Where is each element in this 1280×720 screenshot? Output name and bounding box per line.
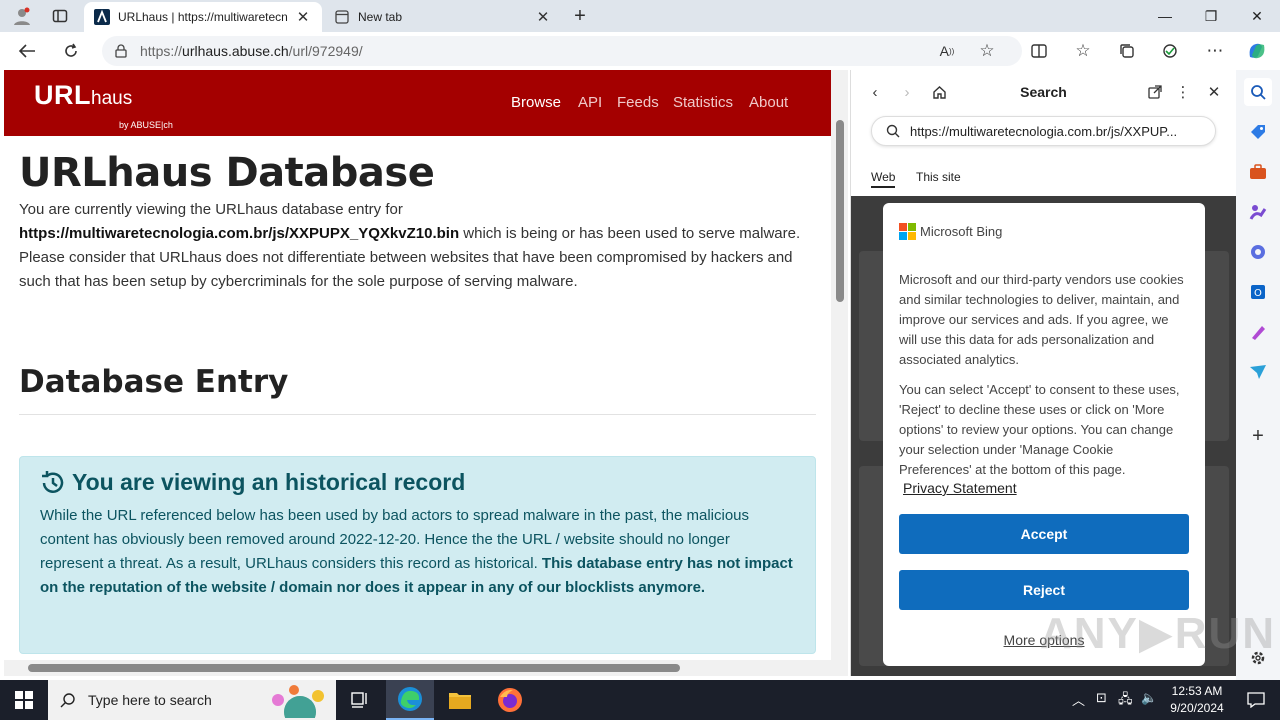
web-page: URLhaus by ABUSE|ch Browse API Feeds Sta… (4, 70, 848, 676)
refresh-button[interactable] (56, 37, 86, 65)
new-tab-button[interactable]: + (566, 4, 594, 28)
search-side-panel: ‹ › Search ⋮ ✕ https://multiwaretecnolog… (850, 70, 1236, 676)
new-tab-favicon-icon (334, 9, 350, 25)
open-in-tab-icon[interactable] (1141, 80, 1169, 104)
sidepanel-close-icon[interactable]: ✕ (1200, 80, 1228, 104)
page-title: URLhaus Database (19, 150, 435, 196)
tab-urlhaus[interactable]: URLhaus | https://multiwaretecn ✕ (84, 2, 322, 32)
search-icon (60, 693, 75, 708)
tab-title: URLhaus | https://multiwaretecn (118, 10, 288, 24)
outlook-icon[interactable]: O (1244, 278, 1272, 306)
tray-chevron-icon[interactable]: ︿ (1072, 690, 1085, 709)
anyrun-watermark: ANY▶RUN (1040, 609, 1277, 658)
more-menu-icon[interactable]: ⋯ (1200, 37, 1230, 65)
collections-icon[interactable] (1112, 37, 1142, 65)
consent-text: You can select 'Accept' to consent to th… (899, 382, 1180, 477)
scroll-thumb[interactable] (28, 664, 680, 672)
favorites-icon[interactable]: ☆ (1068, 37, 1098, 65)
restore-button[interactable]: ❐ (1188, 0, 1234, 32)
vertical-scrollbar[interactable] (831, 70, 848, 676)
malware-url: https://multiwaretecnologia.com.br/js/XX… (19, 225, 460, 242)
cookie-consent-dialog: Microsoft Bing Microsoft and our third-p… (883, 203, 1205, 666)
horizontal-scrollbar[interactable] (4, 660, 831, 676)
consent-text: Microsoft and our third-party vendors us… (899, 272, 1184, 367)
copilot-icon[interactable] (1242, 37, 1272, 65)
edge-sidebar: O + (1236, 70, 1280, 680)
urlhaus-logo[interactable]: URLhaus by ABUSE|ch (34, 80, 173, 130)
add-sidebar-app-icon[interactable]: + (1244, 422, 1272, 450)
favorite-star-icon[interactable]: ☆ (972, 37, 1002, 65)
volume-icon[interactable]: 🔈 (1141, 690, 1157, 706)
divider (19, 414, 816, 415)
svg-text:O: O (1254, 288, 1262, 299)
tab-new[interactable]: New tab ✕ (324, 2, 562, 32)
close-tab-icon[interactable]: ✕ (534, 8, 552, 26)
designer-icon[interactable] (1244, 318, 1272, 346)
address-input[interactable]: https://urlhaus.abuse.ch/url/972949/ (102, 36, 1022, 66)
close-tab-icon[interactable]: ✕ (294, 8, 312, 26)
start-button[interactable] (0, 680, 48, 720)
extensions-icon[interactable] (1156, 37, 1186, 65)
nav-feeds[interactable]: Feeds (617, 94, 659, 111)
task-view-icon[interactable] (336, 680, 384, 720)
file-explorer-icon[interactable] (436, 680, 484, 720)
nav-statistics[interactable]: Statistics (673, 94, 733, 111)
tab-this-site[interactable]: This site (916, 170, 961, 184)
nav-about[interactable]: About (749, 94, 788, 111)
address-bar-row: https://urlhaus.abuse.ch/url/972949/ A))… (0, 32, 1280, 70)
firefox-icon[interactable] (486, 680, 534, 720)
microsoft365-icon[interactable] (1244, 238, 1272, 266)
bing-brand: Microsoft Bing (899, 223, 1189, 240)
network-icon[interactable]: 🖧 (1118, 690, 1133, 712)
notifications-icon[interactable] (1232, 680, 1280, 720)
search-icon (886, 124, 900, 138)
intro-paragraph: You are currently viewing the URLhaus da… (19, 201, 801, 290)
sidebar-search-icon[interactable] (1244, 78, 1272, 106)
urlhaus-favicon-icon (94, 9, 110, 25)
reject-button[interactable]: Reject (899, 570, 1189, 610)
nav-browse[interactable]: Browse (511, 94, 561, 111)
taskbar-search-box[interactable]: Type here to search (48, 680, 336, 720)
shopping-tag-icon[interactable] (1244, 118, 1272, 146)
section-title: Database Entry (19, 364, 289, 400)
read-aloud-icon[interactable]: A)) (932, 37, 962, 65)
split-screen-icon[interactable] (1024, 37, 1054, 65)
tab-web[interactable]: Web (871, 170, 896, 188)
sidepanel-search-input[interactable]: https://multiwaretecnologia.com.br/js/XX… (871, 116, 1216, 146)
tab-bar: URLhaus | https://multiwaretecn ✕ New ta… (0, 0, 1280, 32)
urlhaus-header: URLhaus by ABUSE|ch Browse API Feeds Sta… (4, 70, 831, 136)
edge-taskbar-icon[interactable] (386, 680, 434, 720)
lock-icon[interactable] (102, 44, 140, 58)
privacy-statement-link[interactable]: Privacy Statement (903, 480, 1189, 496)
tab-actions-icon[interactable] (46, 4, 74, 28)
tab-title: New tab (358, 10, 403, 24)
system-clock[interactable]: 12:53 AM 9/20/2024 (1162, 683, 1232, 717)
sidepanel-more-icon[interactable]: ⋮ (1169, 80, 1197, 104)
alert-text: While the URL referenced below has been … (40, 507, 793, 596)
network-drive-icon[interactable]: ⊡ (1096, 690, 1107, 706)
windows-logo-icon (15, 691, 33, 709)
taskbar: Type here to search ︿ ⊡ 🖧 🔈 12:53 AM 9/2… (0, 680, 1280, 720)
close-window-button[interactable]: ✕ (1234, 0, 1280, 32)
profile-icon[interactable] (8, 4, 36, 28)
nav-api[interactable]: API (578, 94, 602, 111)
search-highlight-globe-icon (272, 685, 324, 718)
minimize-button[interactable]: — (1142, 0, 1188, 32)
games-icon[interactable] (1244, 198, 1272, 226)
microsoft-logo-icon (899, 223, 916, 240)
alert-title: You are viewing an historical record (40, 469, 795, 496)
main-content: URLhaus Database You are currently viewi… (19, 150, 819, 654)
historical-record-alert: You are viewing an historical record Whi… (19, 456, 816, 654)
accept-button[interactable]: Accept (899, 514, 1189, 554)
send-icon[interactable] (1244, 358, 1272, 386)
tools-briefcase-icon[interactable] (1244, 158, 1272, 186)
scroll-thumb[interactable] (836, 120, 844, 302)
history-icon (42, 470, 64, 493)
url-text: https://urlhaus.abuse.ch/url/972949/ (140, 43, 363, 59)
back-button[interactable] (12, 37, 42, 65)
